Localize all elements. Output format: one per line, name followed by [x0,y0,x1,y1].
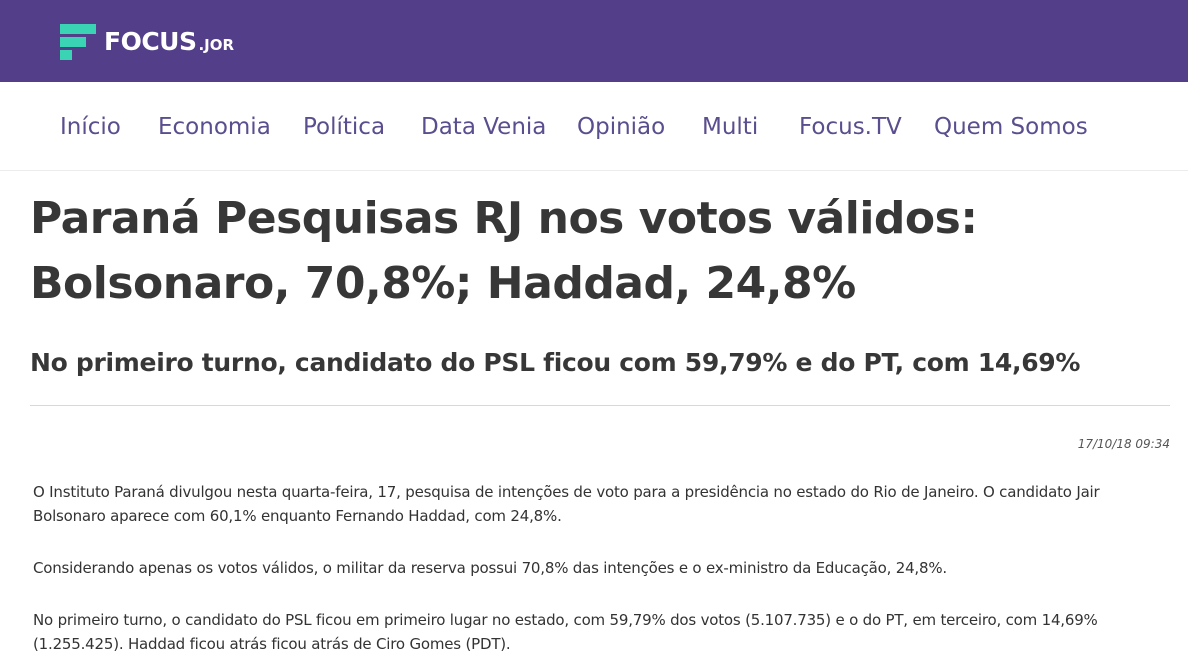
nav-item-data-venia[interactable]: Data Venia [421,112,546,142]
nav-item-multi[interactable]: Multi [702,112,758,142]
main-nav: Início Economia Política Data Venia Opin… [0,82,1188,171]
focus-logo-icon [60,24,96,60]
nav-item-inicio[interactable]: Início [60,112,121,142]
article-paragraph: Considerando apenas os votos válidos, o … [33,559,947,577]
article-timestamp: 17/10/18 09:34 [1077,437,1170,451]
nav-item-economia[interactable]: Economia [158,112,271,142]
site-logo[interactable]: FOCUS .JOR [60,24,234,60]
site-header: FOCUS .JOR [0,0,1188,82]
logo-text: FOCUS [104,27,197,56]
nav-item-opiniao[interactable]: Opinião [577,112,665,142]
logo-suffix: .JOR [198,36,235,54]
article-subtitle: No primeiro turno, candidato do PSL fico… [30,348,1081,377]
article-paragraph: No primeiro turno, o candidato do PSL fi… [33,611,1098,653]
divider [30,405,1170,406]
article-paragraph: O Instituto Paraná divulgou nesta quarta… [33,483,1100,525]
nav-item-politica[interactable]: Política [303,112,385,142]
article-headline: Paraná Pesquisas RJ nos votos válidos: B… [30,193,978,309]
nav-item-focus-tv[interactable]: Focus.TV [799,112,902,142]
nav-item-quem-somos[interactable]: Quem Somos [934,112,1088,142]
